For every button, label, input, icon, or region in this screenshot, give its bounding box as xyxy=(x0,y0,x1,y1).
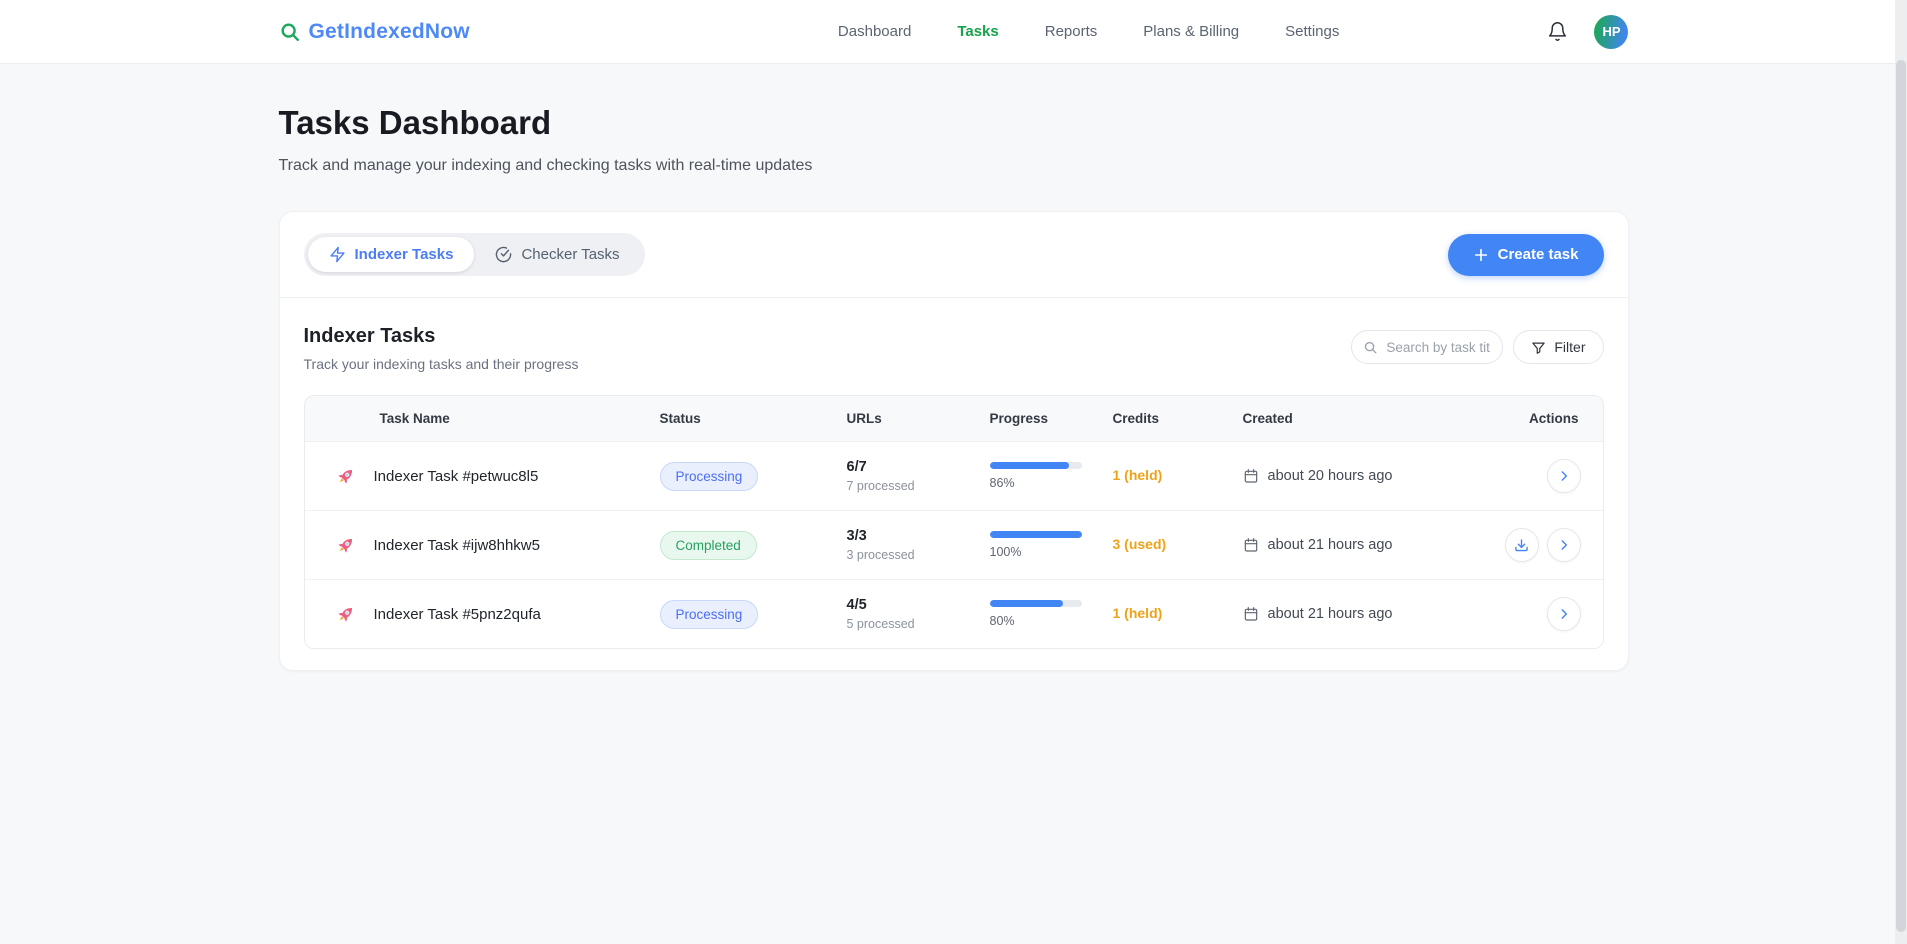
credits-value: 1 (held) xyxy=(1113,467,1163,483)
calendar-icon xyxy=(1243,606,1259,622)
rocket-icon xyxy=(335,535,356,556)
page-subtitle: Track and manage your indexing and check… xyxy=(279,157,1629,175)
progress-label: 86% xyxy=(990,476,1113,490)
tab-indexer-label: Indexer Tasks xyxy=(355,246,454,263)
tab-checker-label: Checker Tasks xyxy=(521,246,619,263)
credits-value: 3 (used) xyxy=(1113,536,1167,552)
table-row[interactable]: Indexer Task #5pnz2qufa Processing 4/5 5… xyxy=(305,579,1603,648)
progress-bar xyxy=(990,531,1082,538)
plus-icon xyxy=(1473,247,1489,263)
search-icon xyxy=(279,21,301,43)
col-created: Created xyxy=(1243,411,1481,426)
tab-indexer-tasks[interactable]: Indexer Tasks xyxy=(308,237,475,272)
nav-item-settings[interactable]: Settings xyxy=(1285,23,1339,40)
credits-value: 1 (held) xyxy=(1113,605,1163,621)
card-header: Indexer Tasks Checker Tasks xyxy=(280,212,1628,298)
urls-processed: 3 processed xyxy=(847,548,990,562)
bell-icon[interactable] xyxy=(1547,21,1568,42)
col-status: Status xyxy=(660,411,847,426)
status-badge: Processing xyxy=(660,600,759,629)
tab-checker-tasks[interactable]: Checker Tasks xyxy=(474,237,640,272)
urls-ratio: 4/5 xyxy=(847,597,990,613)
created-time: about 20 hours ago xyxy=(1268,468,1393,484)
view-task-button[interactable] xyxy=(1547,459,1581,493)
col-credits: Credits xyxy=(1113,411,1243,426)
progress-label: 80% xyxy=(990,614,1113,628)
created-time: about 21 hours ago xyxy=(1268,537,1393,553)
search-box xyxy=(1351,330,1503,364)
table-row[interactable]: Indexer Task #ijw8hhkw5 Completed 3/3 3 … xyxy=(305,510,1603,579)
status-badge: Completed xyxy=(660,531,757,560)
chevron-right-icon xyxy=(1557,469,1571,483)
rocket-icon xyxy=(335,466,356,487)
col-actions: Actions xyxy=(1529,411,1603,426)
tasks-card: Indexer Tasks Checker Tasks xyxy=(279,211,1629,671)
avatar-initials: HP xyxy=(1602,24,1620,39)
view-task-button[interactable] xyxy=(1547,597,1581,631)
view-task-button[interactable] xyxy=(1547,528,1581,562)
section-subtitle: Track your indexing tasks and their prog… xyxy=(304,356,579,372)
brand-name: GetIndexedNow xyxy=(309,20,470,44)
task-type-tabs: Indexer Tasks Checker Tasks xyxy=(304,233,645,276)
nav-item-dashboard[interactable]: Dashboard xyxy=(838,23,911,40)
table-row[interactable]: Indexer Task #petwuc8l5 Processing 6/7 7… xyxy=(305,441,1603,510)
funnel-icon xyxy=(1531,340,1546,355)
task-name: Indexer Task #petwuc8l5 xyxy=(374,468,539,485)
status-badge: Processing xyxy=(660,462,759,491)
card-body: Indexer Tasks Track your indexing tasks … xyxy=(280,298,1628,670)
nav-item-reports[interactable]: Reports xyxy=(1045,23,1098,40)
filter-button[interactable]: Filter xyxy=(1513,330,1603,364)
download-icon xyxy=(1514,538,1529,553)
download-report-button[interactable] xyxy=(1505,528,1539,562)
progress-label: 100% xyxy=(990,545,1113,559)
calendar-icon xyxy=(1243,468,1259,484)
search-icon xyxy=(1363,340,1378,355)
topbar: GetIndexedNow Dashboard Tasks Reports Pl… xyxy=(0,0,1907,64)
table-header-row: Task Name Status URLs Progress Credits C… xyxy=(305,396,1603,441)
task-name: Indexer Task #ijw8hhkw5 xyxy=(374,537,540,554)
section-title: Indexer Tasks xyxy=(304,325,579,348)
brand-logo[interactable]: GetIndexedNow xyxy=(279,20,470,44)
create-task-label: Create task xyxy=(1498,246,1579,263)
rocket-icon xyxy=(335,604,356,625)
progress-bar xyxy=(990,600,1082,607)
progress-bar xyxy=(990,462,1082,469)
nav-item-plans-billing[interactable]: Plans & Billing xyxy=(1143,23,1239,40)
nav-item-tasks[interactable]: Tasks xyxy=(957,23,998,40)
urls-ratio: 6/7 xyxy=(847,459,990,475)
filter-label: Filter xyxy=(1554,339,1585,355)
check-circle-icon xyxy=(495,246,512,263)
col-progress: Progress xyxy=(990,411,1113,426)
col-task-name: Task Name xyxy=(305,411,660,426)
create-task-button[interactable]: Create task xyxy=(1448,234,1604,276)
page-title: Tasks Dashboard xyxy=(279,104,1629,142)
urls-processed: 7 processed xyxy=(847,479,990,493)
task-name: Indexer Task #5pnz2qufa xyxy=(374,606,541,623)
urls-processed: 5 processed xyxy=(847,617,990,631)
bolt-icon xyxy=(329,246,346,263)
scrollbar-thumb[interactable] xyxy=(1896,60,1906,932)
avatar[interactable]: HP xyxy=(1594,15,1628,49)
chevron-right-icon xyxy=(1557,538,1571,552)
calendar-icon xyxy=(1243,537,1259,553)
col-urls: URLs xyxy=(847,411,990,426)
main-content: Tasks Dashboard Track and manage your in… xyxy=(279,104,1629,671)
scrollbar[interactable] xyxy=(1895,0,1907,944)
main-nav: Dashboard Tasks Reports Plans & Billing … xyxy=(838,23,1339,40)
chevron-right-icon xyxy=(1557,607,1571,621)
urls-ratio: 3/3 xyxy=(847,528,990,544)
created-time: about 21 hours ago xyxy=(1268,606,1393,622)
tasks-table: Task Name Status URLs Progress Credits C… xyxy=(304,395,1604,649)
